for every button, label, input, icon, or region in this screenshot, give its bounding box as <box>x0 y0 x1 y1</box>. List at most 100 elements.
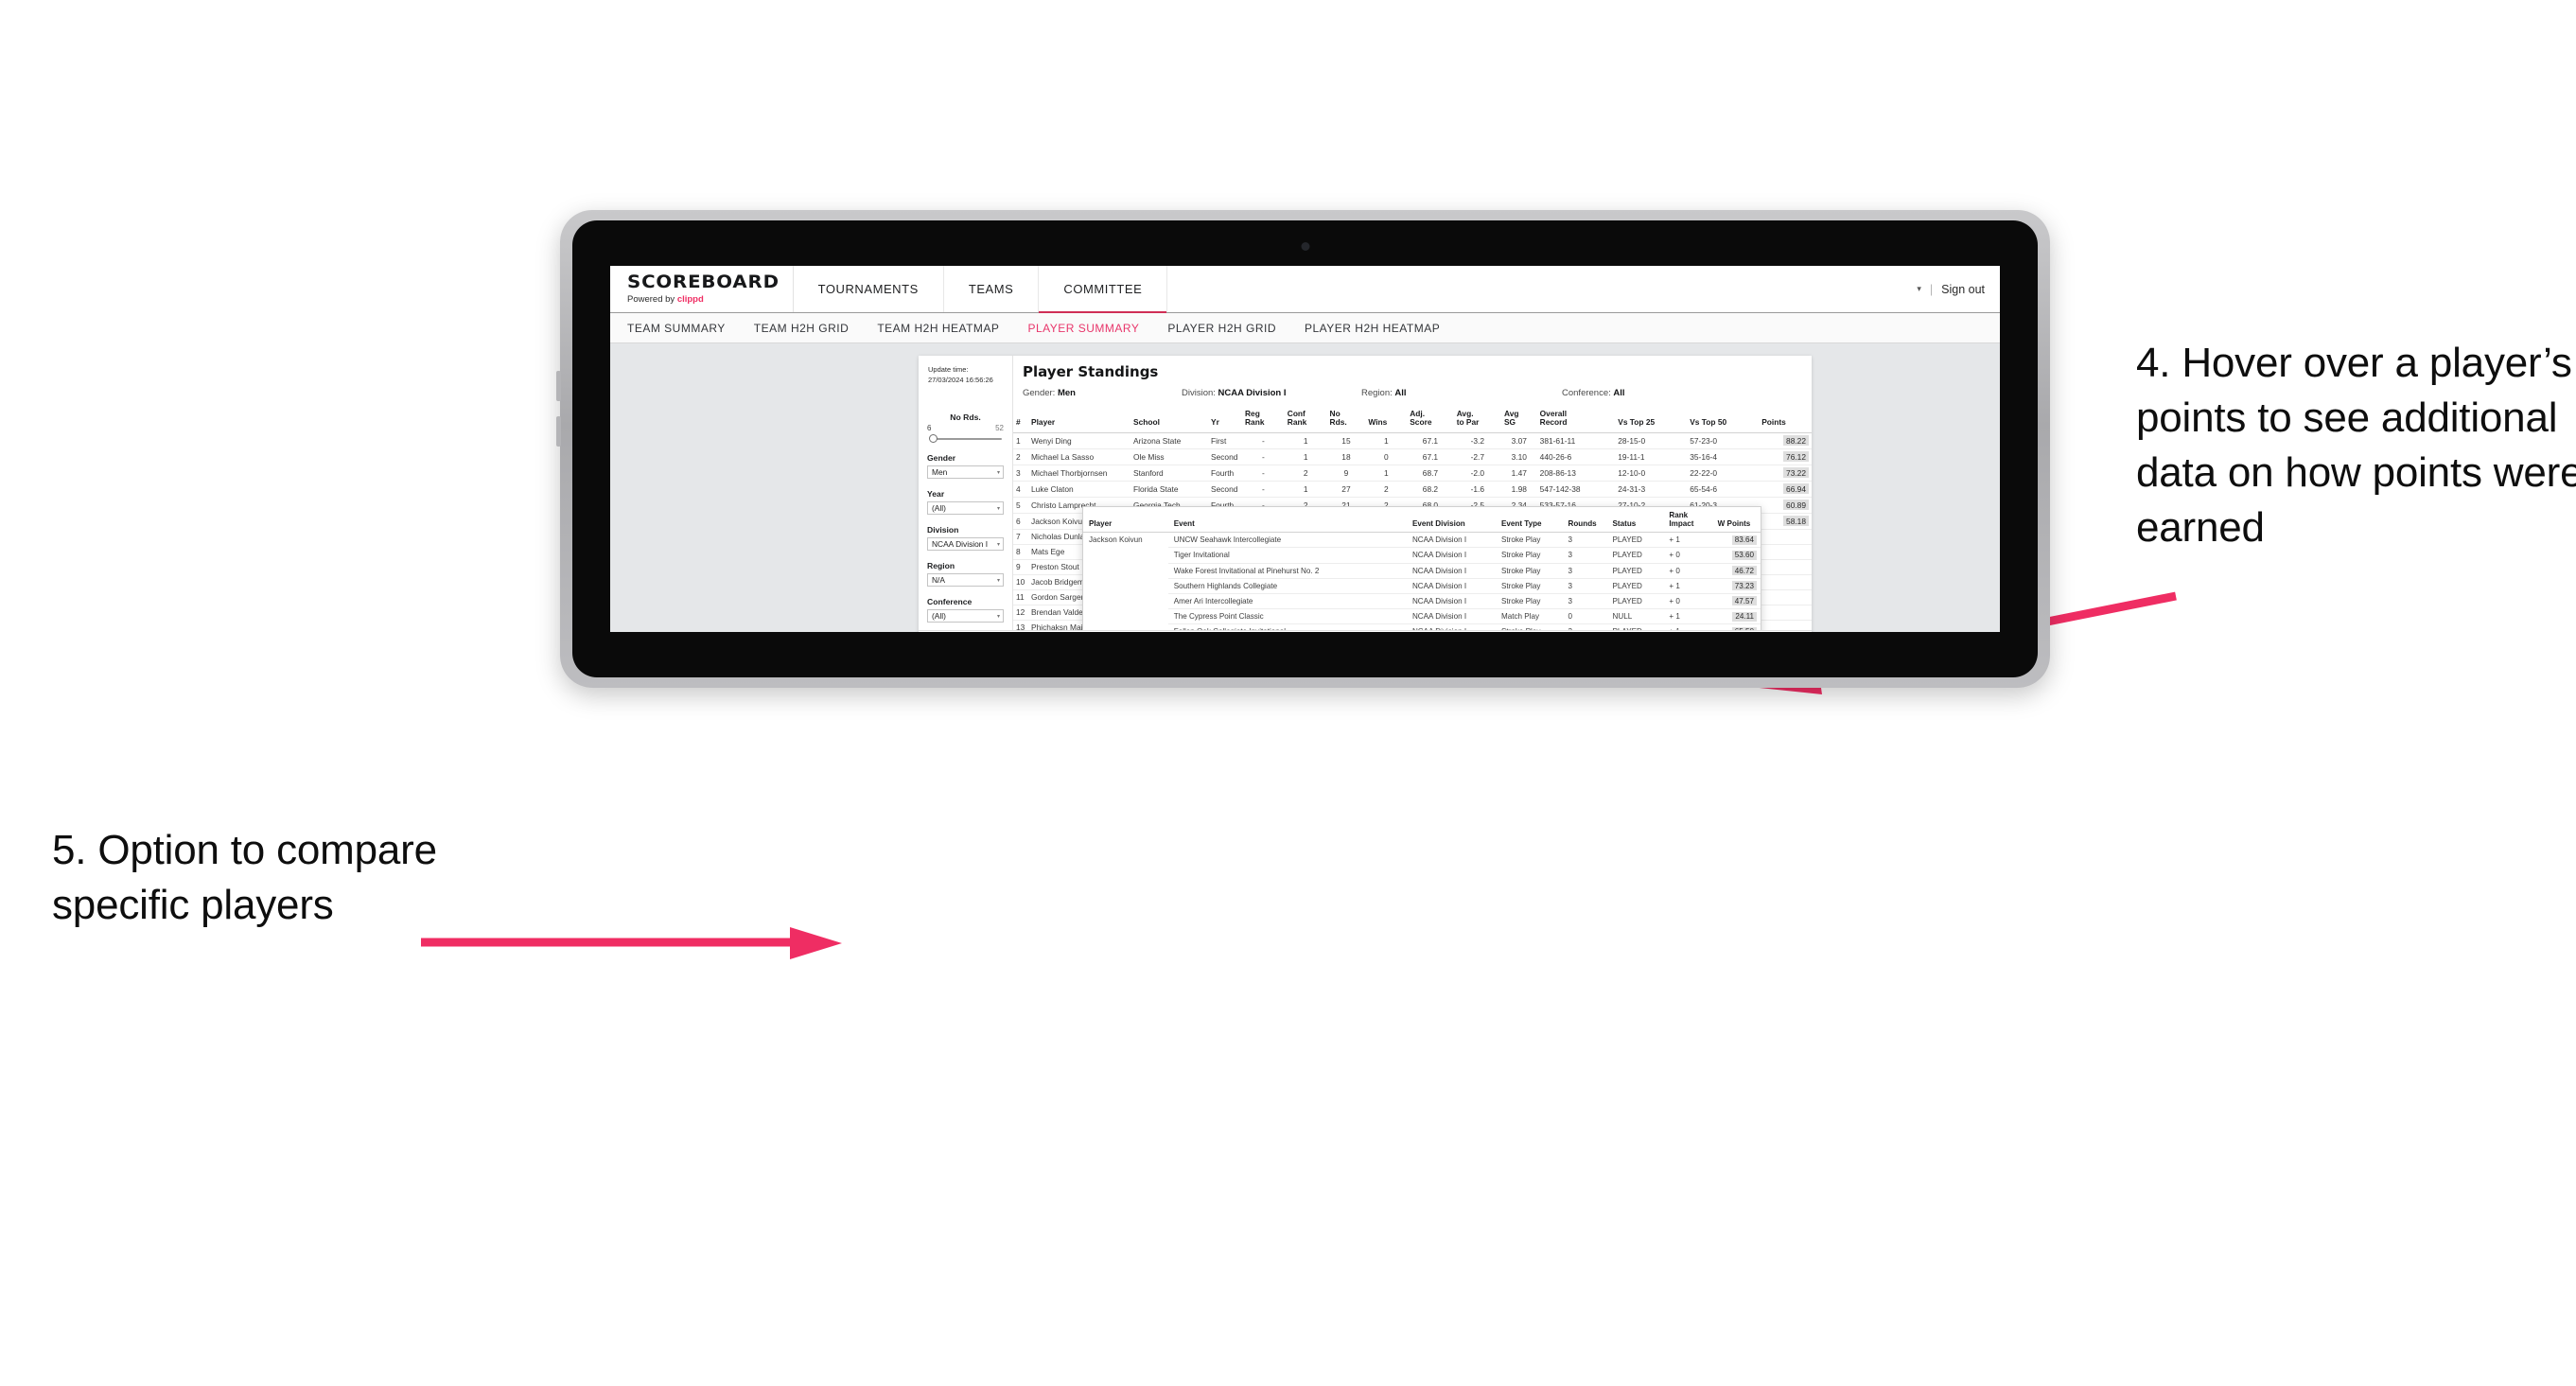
filter-division-select[interactable]: NCAA Division I ▾ <box>927 537 1004 551</box>
points-value[interactable]: 58.18 <box>1783 516 1809 527</box>
tooltip-cell: Tiger Invitational <box>1167 547 1407 564</box>
table-cell <box>1759 574 1812 590</box>
points-value[interactable]: 76.12 <box>1783 451 1809 463</box>
table-cell: 10 <box>1013 574 1028 590</box>
table-cell: First <box>1208 432 1242 449</box>
table-cell: 9 <box>1013 559 1028 575</box>
subnav-player-h2h-heatmap[interactable]: PLAYER H2H HEATMAP <box>1305 322 1440 335</box>
table-cell: 9 <box>1326 465 1366 482</box>
table-cell: 547-142-38 <box>1536 481 1616 498</box>
col-avg-sg[interactable]: Avg SG <box>1500 407 1537 433</box>
filter-gender-select[interactable]: Men ▾ <box>927 465 1004 479</box>
nav-tab-committee[interactable]: COMMITTEE <box>1039 266 1168 314</box>
secondary-nav: TEAM SUMMARY TEAM H2H GRID TEAM H2H HEAT… <box>610 313 2000 343</box>
table-cell: Luke Claton <box>1028 481 1130 498</box>
table-cell: - <box>1242 448 1285 465</box>
filter-division: Division NCAA Division I ▾ <box>927 525 1004 551</box>
subnav-player-summary[interactable]: PLAYER SUMMARY <box>1027 322 1139 335</box>
tooltip-row: Amer Ari Intercollegiate NCAA Division IS… <box>1083 593 1761 610</box>
table-cell: Wenyi Ding <box>1028 432 1130 449</box>
tooltip-cell: Stroke Play <box>1495 532 1563 549</box>
table-cell: 12 <box>1013 605 1028 621</box>
subnav-team-h2h-grid[interactable]: TEAM H2H GRID <box>754 322 850 335</box>
subnav-team-h2h-heatmap[interactable]: TEAM H2H HEATMAP <box>877 322 999 335</box>
tooltip-cell: 47.57 <box>1711 593 1761 610</box>
col-rank[interactable]: # <box>1013 407 1028 433</box>
col-vs-top-50[interactable]: Vs Top 50 <box>1687 407 1760 433</box>
col-no-rds[interactable]: No Rds. <box>1326 407 1366 433</box>
col-conf-rank[interactable]: Conf Rank <box>1284 407 1327 433</box>
table-row[interactable]: 3 Michael Thorbjornsen Stanford Fourth -2 9 1 6… <box>1013 465 1812 482</box>
tooltip-cell: NCAA Division I <box>1406 578 1496 594</box>
tooltip-cell: Stroke Play <box>1495 593 1563 610</box>
table-cell: 1 <box>1284 432 1327 449</box>
table-cell: 1 <box>1284 448 1327 465</box>
table-cell: 88.22 <box>1759 432 1812 449</box>
table-cell: 27 <box>1326 481 1366 498</box>
col-yr[interactable]: Yr <box>1208 407 1242 433</box>
table-row[interactable]: 2 Michael La Sasso Ole Miss Second -1 18 0 67.1… <box>1013 448 1812 465</box>
table-cell <box>1759 559 1812 575</box>
filter-summary-conference: Conference: All <box>1562 388 1625 398</box>
filter-summary-region-value: All <box>1394 388 1407 398</box>
no-rounds-slider[interactable] <box>927 434 1004 443</box>
col-overall-record[interactable]: Overall Record <box>1536 407 1616 433</box>
col-avg-to-par[interactable]: Avg. to Par <box>1453 407 1501 433</box>
tooltip-cell: NCAA Division I <box>1406 563 1496 579</box>
table-cell: 19-11-1 <box>1615 448 1688 465</box>
table-cell: 13 <box>1013 620 1028 630</box>
sign-out-link[interactable]: Sign out <box>1941 283 1985 296</box>
chevron-down-icon: ▾ <box>996 505 1000 512</box>
table-cell: 6 <box>1013 513 1028 530</box>
table-cell <box>1759 529 1812 545</box>
tablet-screen: SCOREBOARD Powered by clippd TOURNAMENTS… <box>610 266 2000 632</box>
standings-table-wrap[interactable]: # Player School Yr Reg Rank Conf Rank No… <box>1013 407 1812 630</box>
col-reg-rank[interactable]: Reg Rank <box>1242 407 1285 433</box>
points-value[interactable]: 73.22 <box>1783 467 1809 479</box>
table-row[interactable]: 4 Luke Claton Florida State Second -1 27 2 68.2… <box>1013 481 1812 498</box>
filter-year-select[interactable]: (All) ▾ <box>927 501 1004 515</box>
nav-tab-teams[interactable]: TEAMS <box>944 266 1040 312</box>
table-cell: 3.07 <box>1500 432 1537 449</box>
col-points[interactable]: Points <box>1759 407 1812 433</box>
filter-conference-value: (All) <box>932 611 946 621</box>
chevron-down-icon: ▾ <box>996 577 1000 584</box>
tablet-volume-button <box>556 371 561 401</box>
tooltip-cell: PLAYED <box>1606 593 1664 610</box>
col-adj-score[interactable]: Adj. Score <box>1407 407 1454 433</box>
subnav-player-h2h-grid[interactable]: PLAYER H2H GRID <box>1167 322 1276 335</box>
viz-toolbar: ▾ | | View: Original <box>919 630 1812 632</box>
table-cell: - <box>1242 481 1285 498</box>
tooltip-cell: Stroke Play <box>1495 578 1563 594</box>
brand-powered-name: clippd <box>676 294 704 305</box>
topbar-separator: | <box>1929 282 1934 296</box>
table-row[interactable]: 1 Wenyi Ding Arizona State First -1 15 1 67.1 -3… <box>1013 432 1812 449</box>
tooltip-w-points-value: 83.64 <box>1731 535 1757 545</box>
nav-tab-tournaments[interactable]: TOURNAMENTS <box>794 266 944 312</box>
filter-region-select[interactable]: N/A ▾ <box>927 573 1004 587</box>
tooltip-row: Tiger Invitational NCAA Division I Stroke … <box>1083 547 1761 564</box>
subnav-team-summary[interactable]: TEAM SUMMARY <box>627 322 726 335</box>
points-value[interactable]: 66.94 <box>1783 483 1809 495</box>
points-value[interactable]: 60.89 <box>1783 500 1809 511</box>
filter-summary: Gender: Men Division: NCAA Division I Re… <box>1023 388 1812 398</box>
tooltip-cell: + 0 <box>1663 593 1712 610</box>
chevron-down-icon: ▾ <box>996 469 1000 476</box>
col-school[interactable]: School <box>1130 407 1208 433</box>
col-vs-top-25[interactable]: Vs Top 25 <box>1615 407 1688 433</box>
table-cell: 18 <box>1326 448 1366 465</box>
table-cell: 2 <box>1284 465 1327 482</box>
filter-region: Region N/A ▾ <box>927 561 1004 587</box>
tooltip-head: Player Event Event Division Event Type R… <box>1083 507 1761 534</box>
viz-title-block: Player Standings Gender: Men Division: N… <box>1013 356 1812 407</box>
col-wins[interactable]: Wins <box>1365 407 1408 433</box>
tooltip-cell: Stroke Play <box>1495 547 1563 564</box>
brand-logo[interactable]: SCOREBOARD Powered by clippd <box>610 266 794 312</box>
table-cell: -1.6 <box>1453 481 1501 498</box>
chevron-down-icon[interactable]: ▾ <box>1917 284 1921 294</box>
points-value[interactable]: 88.22 <box>1783 435 1809 447</box>
tablet-camera-icon <box>1301 242 1309 251</box>
col-player[interactable]: Player <box>1028 407 1130 433</box>
slider-handle[interactable] <box>929 434 938 443</box>
filter-conference-select[interactable]: (All) ▾ <box>927 609 1004 623</box>
